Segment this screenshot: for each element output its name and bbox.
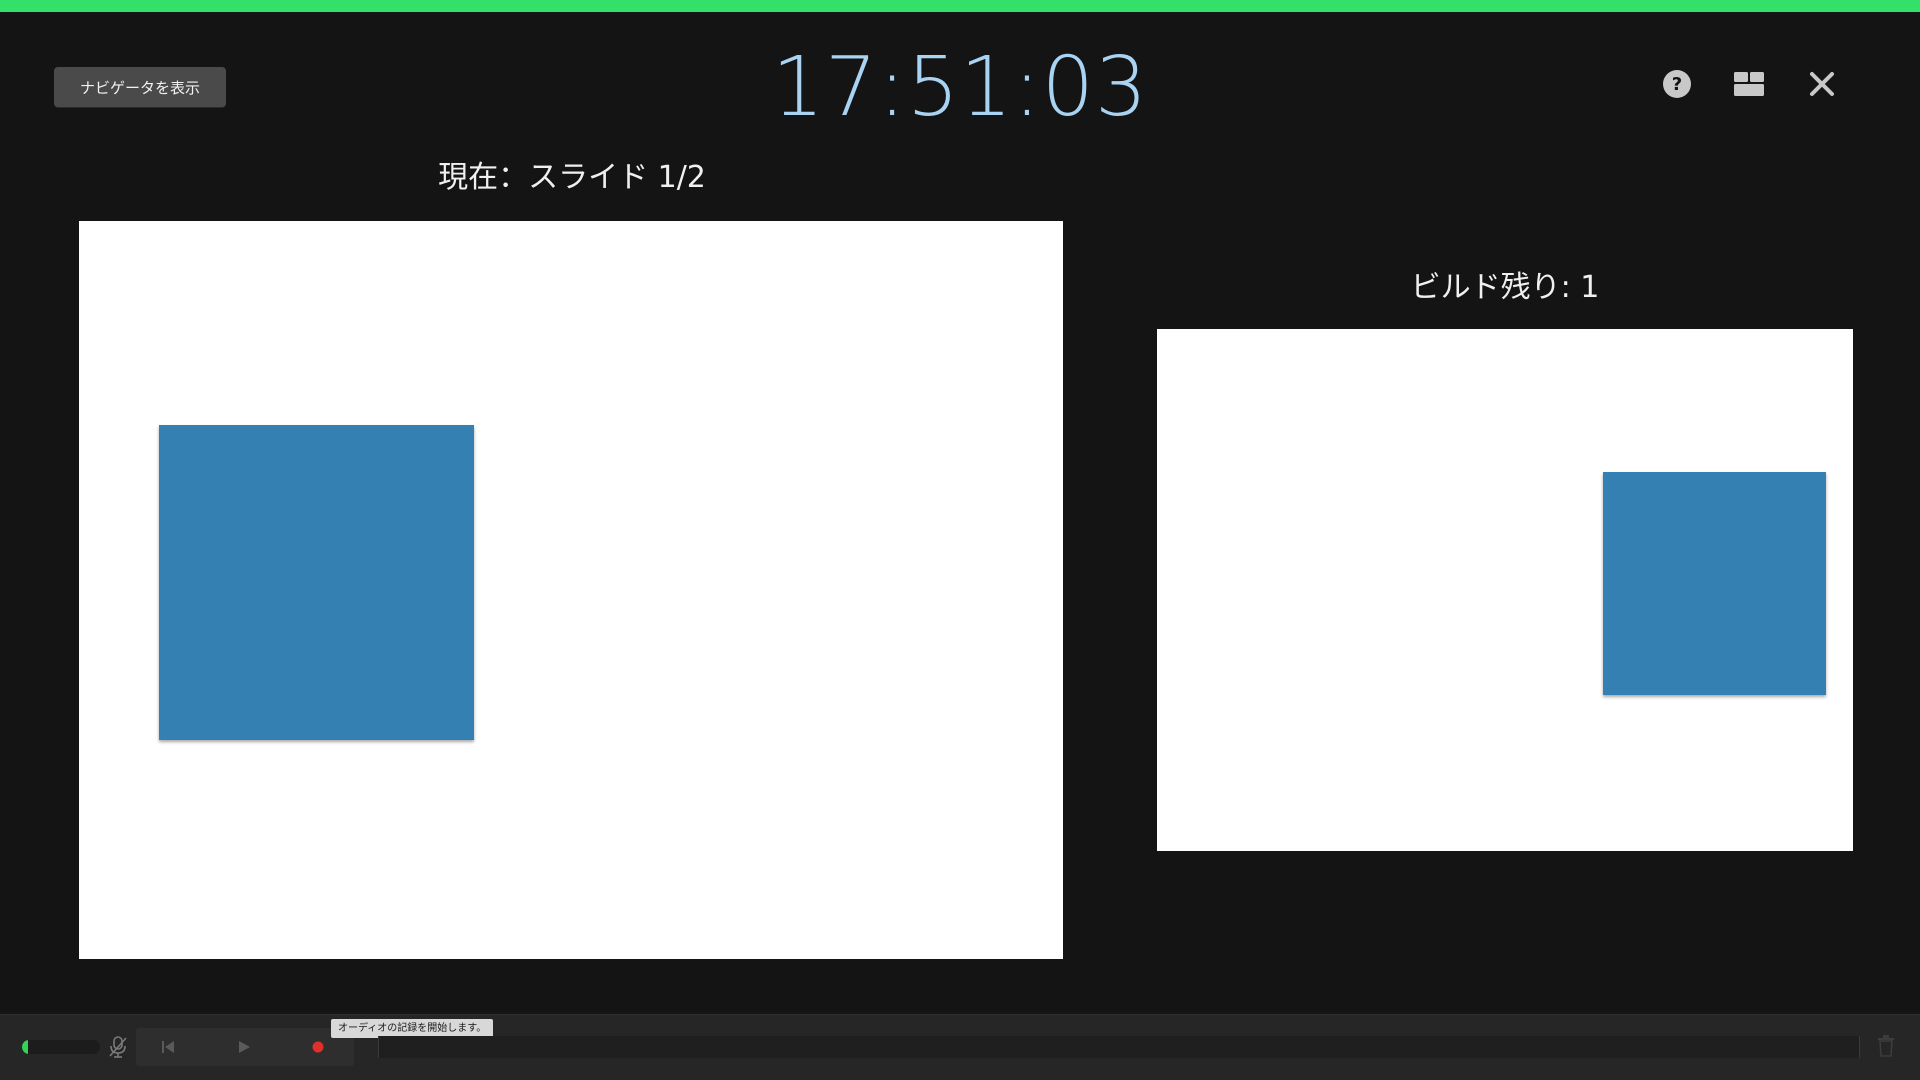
slide-shape xyxy=(159,425,474,740)
show-navigator-button[interactable]: ナビゲータを表示 xyxy=(54,67,226,107)
svg-text:?: ? xyxy=(1672,74,1682,95)
audio-level-fill xyxy=(22,1040,28,1054)
builds-remaining-label: ビルド残り: 1 xyxy=(1410,270,1600,305)
current-slide-label: 現在：スライド 1/2 xyxy=(438,160,706,195)
slide-shape xyxy=(1603,472,1826,695)
play-icon[interactable] xyxy=(214,1028,274,1066)
microphone-muted-icon[interactable] xyxy=(107,1035,129,1059)
presenter-display: ナビゲータを表示 17:51:03 ? 現在：スライド 1/2 ビルド残り: 1 xyxy=(0,0,1920,1080)
audio-level-meter xyxy=(22,1040,100,1054)
clock-display: 17:51:03 xyxy=(771,40,1149,135)
help-icon[interactable]: ? xyxy=(1657,64,1697,104)
current-slide-preview xyxy=(79,221,1063,959)
accent-bar xyxy=(0,0,1920,12)
close-icon[interactable] xyxy=(1802,64,1842,104)
audio-timeline[interactable] xyxy=(378,1036,1860,1058)
skip-back-icon[interactable] xyxy=(138,1028,198,1066)
layout-icon[interactable] xyxy=(1729,64,1769,104)
trash-icon[interactable] xyxy=(1876,1034,1896,1058)
playback-controls xyxy=(136,1028,354,1066)
next-slide-preview xyxy=(1157,329,1853,851)
